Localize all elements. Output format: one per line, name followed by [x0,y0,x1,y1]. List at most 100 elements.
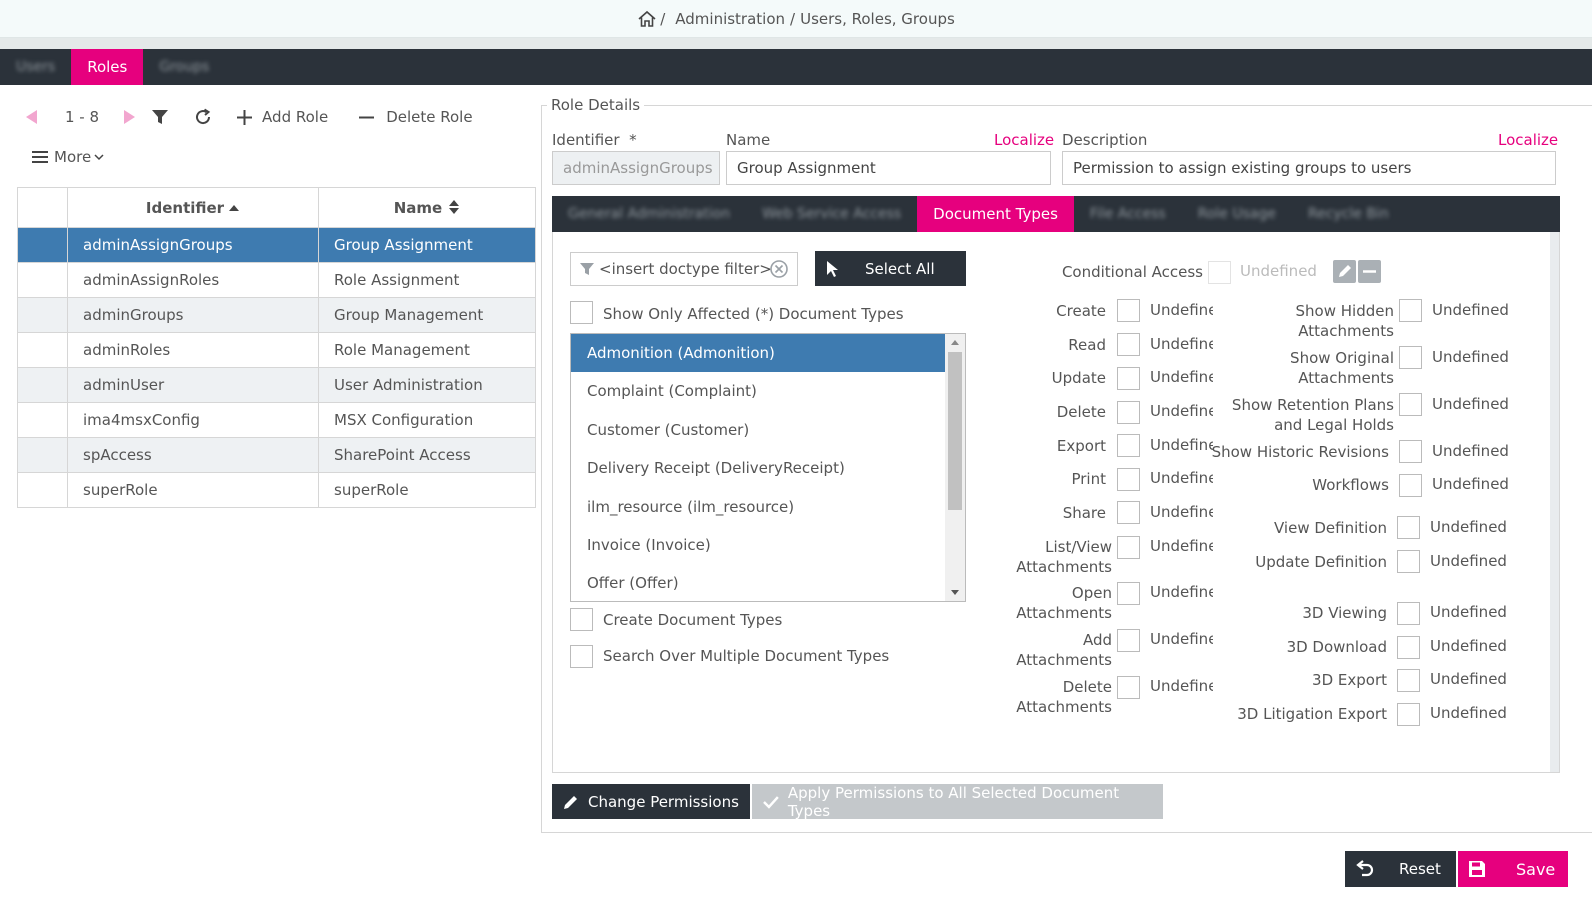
perm-show-original-attachments-checkbox[interactable] [1399,346,1422,369]
perm-list-view-attachments-checkbox[interactable] [1117,536,1140,559]
show-only-affected-checkbox[interactable] [570,301,593,324]
delete-role-button[interactable]: Delete Role [358,108,473,126]
perm-open-attachments-label: Open Attachments [1016,584,1112,622]
create-document-types-checkbox[interactable] [570,608,593,631]
scroll-up-icon[interactable] [951,340,959,345]
list-item[interactable]: Customer (Customer) [571,411,945,449]
perm-show-historic-revisions-checkbox[interactable] [1399,440,1422,463]
perm-update-checkbox[interactable] [1117,367,1140,390]
perm-update-value: Undefine [1150,368,1213,386]
sort-asc-icon [229,204,240,211]
reset-button[interactable]: Reset [1345,851,1456,887]
page-range: 1 - 8 [65,108,100,126]
perm-3d-download-checkbox[interactable] [1397,636,1420,659]
perm-show-hidden-attachments-label: Show Hidden Attachments [1295,302,1394,340]
apply-permissions-button: Apply Permissions to All Selected Docume… [752,784,1163,820]
tab-recycle-bin[interactable]: Recycle Bin [1292,196,1405,232]
tab-document-types[interactable]: Document Types [917,196,1074,232]
breadcrumb: / Administration / Users, Roles, Groups [0,0,1592,38]
doctype-list-scrollbar[interactable] [945,334,965,601]
perm-show-historic-revisions-value: Undefined [1432,442,1509,460]
table-row[interactable]: adminGroups Group Management [17,297,536,333]
table-row[interactable]: superRole superRole [17,472,536,508]
tab-general-administration[interactable]: General Administration [552,196,746,232]
remove-condition-button[interactable] [1358,260,1381,283]
tab-users[interactable]: Users [0,49,71,85]
perm-3d-litigation-export-label: 3D Litigation Export [1237,705,1387,723]
perm-show-hidden-attachments-checkbox[interactable] [1399,299,1422,322]
table-row[interactable]: ima4msxConfig MSX Configuration [17,402,536,438]
name-column-header[interactable]: Name [318,187,536,228]
perm-workflows-checkbox[interactable] [1399,474,1422,497]
tab-file-access[interactable]: File Access [1074,196,1182,232]
prev-page-button[interactable] [24,109,40,125]
row-marker [17,472,68,508]
filter-button[interactable] [151,109,169,125]
edit-condition-button[interactable] [1333,260,1356,283]
clear-icon[interactable] [769,259,789,279]
perm-export-checkbox[interactable] [1117,434,1140,457]
search-multiple-checkbox[interactable] [570,645,593,668]
tab-groups[interactable]: Groups [143,49,225,85]
perm-show-retention-plans-checkbox[interactable] [1399,393,1422,416]
perm-share-checkbox[interactable] [1117,501,1140,524]
doctype-filter-input[interactable]: <insert doctype filter> [570,252,798,286]
perm-update-label: Update [1051,369,1106,387]
save-button[interactable]: Save [1458,851,1568,887]
role-identifier-cell: adminUser [67,367,319,403]
perm-update-definition-checkbox[interactable] [1397,550,1420,573]
row-marker [17,437,68,473]
perm-read-checkbox[interactable] [1117,333,1140,356]
table-row[interactable]: spAccess SharePoint Access [17,437,536,473]
save-icon [1469,861,1485,877]
table-row[interactable]: adminAssignRoles Role Assignment [17,262,536,298]
scroll-down-icon[interactable] [951,590,959,595]
save-label: Save [1516,859,1556,879]
description-localize-link[interactable]: Localize [1498,131,1558,149]
add-role-button[interactable]: Add Role [236,108,328,126]
next-page-button[interactable] [121,109,137,125]
perm-3d-export-checkbox[interactable] [1397,669,1420,692]
list-item[interactable]: Invoice (Invoice) [571,526,945,564]
table-row[interactable]: adminUser User Administration [17,367,536,403]
identifier-label: Identifier * [552,131,637,149]
perm-3d-litigation-export-checkbox[interactable] [1397,703,1420,726]
scroll-thumb[interactable] [948,352,962,510]
identifier-field[interactable]: adminAssignGroups [552,151,720,185]
show-only-affected-label: Show Only Affected (*) Document Types [603,305,904,323]
breadcrumb-administration[interactable]: Administration [675,10,785,28]
perm-delete-checkbox[interactable] [1117,401,1140,424]
name-field[interactable]: Group Assignment [726,151,1051,185]
list-item[interactable]: Delivery Receipt (DeliveryReceipt) [571,449,945,487]
perm-open-attachments-checkbox[interactable] [1117,582,1140,605]
perm-print-checkbox[interactable] [1117,468,1140,491]
more-menu-button[interactable]: More [32,148,105,166]
perm-3d-viewing-checkbox[interactable] [1397,602,1420,625]
refresh-button[interactable] [194,108,212,126]
select-all-button[interactable]: Select All [815,251,966,286]
list-item[interactable]: Admonition (Admonition) [571,334,945,373]
list-item[interactable]: Offer (Offer) [571,564,945,601]
panel-scrollbar[interactable] [1550,232,1559,772]
identifier-column-header[interactable]: Identifier [67,187,319,228]
list-item[interactable]: Complaint (Complaint) [571,372,945,410]
table-row[interactable]: adminRoles Role Management [17,332,536,368]
tab-roles[interactable]: Roles [71,49,144,85]
table-row[interactable]: adminAssignGroups Group Assignment [17,227,536,263]
list-item[interactable]: ilm_resource (ilm_resource) [571,488,945,526]
tab-role-usage[interactable]: Role Usage [1182,196,1292,232]
delete-role-label: Delete Role [386,108,473,126]
perm-view-definition-checkbox[interactable] [1397,516,1420,539]
perm-delete-attachments-checkbox[interactable] [1117,676,1140,699]
perm-add-attachments-checkbox[interactable] [1117,629,1140,652]
row-marker [17,227,68,263]
perm-create-checkbox[interactable] [1117,299,1140,322]
description-field[interactable]: Permission to assign existing groups to … [1062,151,1556,185]
doctype-filter-placeholder: <insert doctype filter> [599,260,772,278]
name-header-label: Name [393,198,443,217]
search-multiple-label: Search Over Multiple Document Types [603,647,890,665]
tab-web-service-access[interactable]: Web Service Access [746,196,917,232]
change-permissions-button[interactable]: Change Permissions [552,784,750,819]
name-localize-link[interactable]: Localize [994,131,1054,149]
home-icon[interactable] [637,10,657,28]
